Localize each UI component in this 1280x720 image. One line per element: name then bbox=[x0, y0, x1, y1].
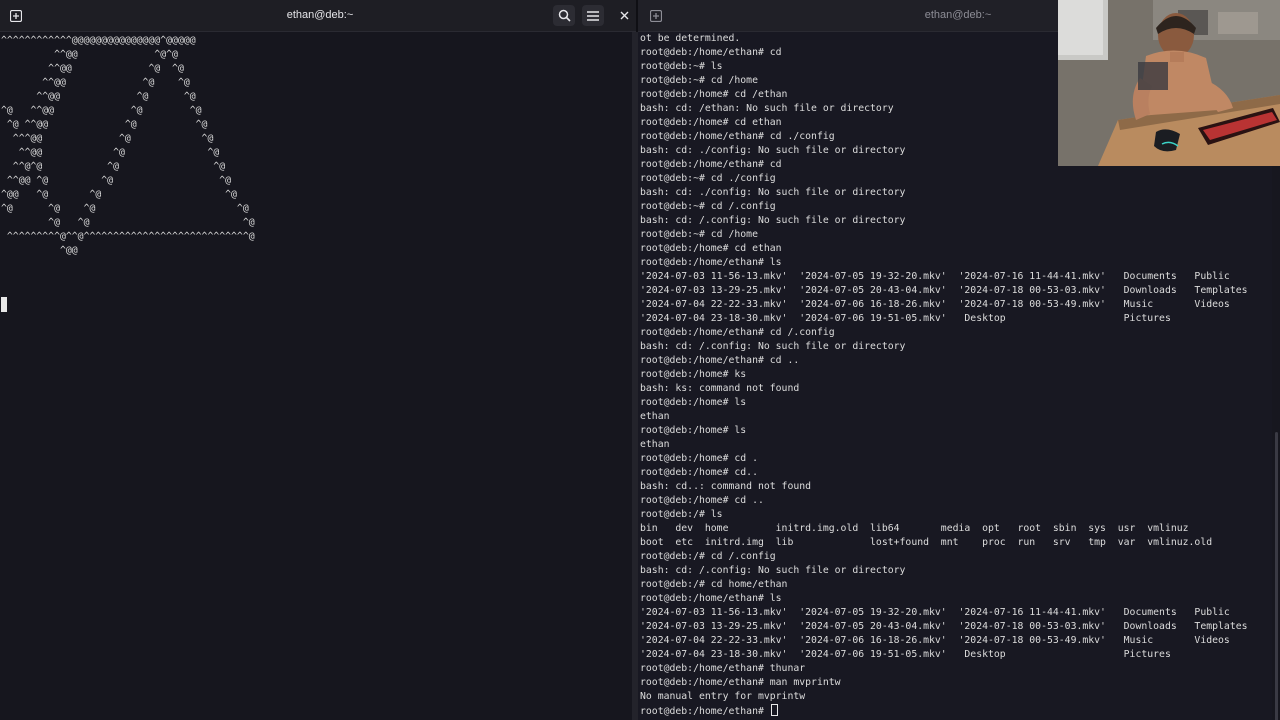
terminal-prompt-line[interactable]: root@deb:/home/ethan# bbox=[640, 704, 1248, 719]
terminal-line: root@deb:/home/ethan# ls bbox=[640, 257, 782, 268]
close-icon bbox=[620, 11, 629, 20]
terminal-line: root@deb:/home/ethan# cd .. bbox=[640, 355, 800, 366]
terminal-line: root@deb:/# ls bbox=[640, 509, 723, 520]
scrollbar-thumb[interactable] bbox=[1275, 432, 1278, 720]
terminal-line: '2024-07-03 11-56-13.mkv' '2024-07-05 19… bbox=[640, 607, 1230, 618]
right-window-title: ethan@deb:~ bbox=[924, 9, 992, 21]
terminal-line: bash: cd: ./config: No such file or dire… bbox=[640, 187, 906, 198]
left-titlebar: ethan@deb:~ bbox=[0, 0, 636, 32]
new-tab-icon bbox=[650, 9, 662, 22]
terminal-line: No manual entry for mvprintw bbox=[640, 691, 806, 702]
terminal-line: '2024-07-04 23-18-30.mkv' '2024-07-06 19… bbox=[640, 649, 1171, 660]
terminal-line: root@deb:/home/ethan# cd /.config bbox=[640, 327, 835, 338]
terminal-line: root@deb:/# cd home/ethan bbox=[640, 579, 788, 590]
terminal-line: root@deb:/home/ethan# thunar bbox=[640, 663, 806, 674]
terminal-line: ethan bbox=[640, 439, 670, 450]
terminal-line: bash: cd..: command not found bbox=[640, 481, 812, 492]
right-new-tab-button[interactable] bbox=[645, 5, 667, 26]
terminal-line: '2024-07-03 11-56-13.mkv' '2024-07-05 19… bbox=[640, 271, 1230, 282]
terminal-line: ethan bbox=[640, 411, 670, 422]
terminal-line: '2024-07-03 13-29-25.mkv' '2024-07-05 20… bbox=[640, 621, 1248, 632]
terminal-line: root@deb:/home# cd ethan bbox=[640, 243, 782, 254]
terminal-line: root@deb:/home# ls bbox=[640, 425, 747, 436]
new-tab-button[interactable] bbox=[5, 5, 27, 26]
terminal-line: bin dev home initrd.img.old lib64 media … bbox=[640, 523, 1189, 534]
terminal-line: root@deb:~# cd ./config bbox=[640, 173, 776, 184]
terminal-line: boot etc initrd.img lib lost+found mnt p… bbox=[640, 537, 1213, 548]
left-window-title: ethan@deb:~ bbox=[286, 9, 354, 21]
terminal-line: '2024-07-04 23-18-30.mkv' '2024-07-06 19… bbox=[640, 313, 1171, 324]
close-button[interactable] bbox=[613, 5, 635, 26]
hamburger-menu-icon bbox=[587, 10, 599, 21]
terminal-line: root@deb:/home# cd . bbox=[640, 453, 758, 464]
terminal-line: '2024-07-04 22-22-33.mkv' '2024-07-06 16… bbox=[640, 299, 1230, 310]
terminal-line: root@deb:/home/ethan# ls bbox=[640, 593, 782, 604]
terminal-prompt: root@deb:/home/ethan# bbox=[640, 706, 770, 717]
terminal-line: root@deb:/home# cd .. bbox=[640, 495, 764, 506]
terminal-line: '2024-07-03 13-29-25.mkv' '2024-07-05 20… bbox=[640, 285, 1248, 296]
terminal-line: root@deb:/home# cd.. bbox=[640, 467, 758, 478]
webcam-overlay-image bbox=[1058, 0, 1280, 166]
menu-button[interactable] bbox=[582, 5, 604, 26]
left-terminal-area[interactable]: ^^^^^^^^^^^^@@@@@@@@@@@@@@@^@@@@@ ^^@@ ^… bbox=[0, 32, 636, 720]
search-icon bbox=[558, 9, 571, 22]
terminal-line: root@deb:/# cd /.config bbox=[640, 551, 776, 562]
terminal-line: bash: cd: /.config: No such file or dire… bbox=[640, 341, 906, 352]
terminal-line: bash: cd: /.config: No such file or dire… bbox=[640, 565, 906, 576]
terminal-cursor bbox=[770, 704, 778, 716]
terminal-line: root@deb:~# cd /.config bbox=[640, 201, 776, 212]
terminal-line: root@deb:/home# ks bbox=[640, 369, 747, 380]
terminal-line: root@deb:~# cd /home bbox=[640, 229, 758, 240]
terminal-line: root@deb:/home# ls bbox=[640, 397, 747, 408]
new-tab-icon bbox=[10, 9, 22, 22]
terminal-line: root@deb:/home/ethan# man mvprintw bbox=[640, 677, 841, 688]
terminal-cursor bbox=[1, 297, 7, 312]
terminal-line: bash: cd: /.config: No such file or dire… bbox=[640, 215, 906, 226]
left-terminal-window[interactable]: ethan@deb:~ ^^^^^^^^^^^^@@@@@@@@@@@@@@@^… bbox=[0, 0, 636, 720]
terminal-line: bash: ks: command not found bbox=[640, 383, 800, 394]
search-button[interactable] bbox=[553, 5, 575, 26]
ascii-art-output: ^^^^^^^^^^^^@@@@@@@@@@@@@@@^@@@@@ ^^@@ ^… bbox=[1, 35, 255, 256]
terminal-line: '2024-07-04 22-22-33.mkv' '2024-07-06 16… bbox=[640, 635, 1230, 646]
